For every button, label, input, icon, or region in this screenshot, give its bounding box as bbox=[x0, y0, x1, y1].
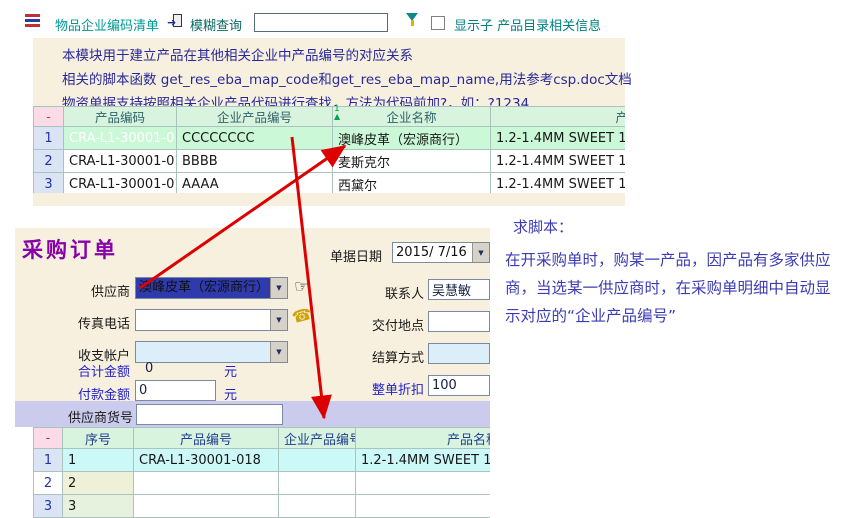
doc-date-label: 单据日期 bbox=[330, 246, 382, 265]
header-dash[interactable]: - bbox=[34, 428, 63, 449]
chevron-down-icon[interactable]: ▼ bbox=[270, 342, 287, 362]
account-select[interactable]: ▼ bbox=[135, 341, 288, 363]
description-line-1: 本模块用于建立产品在其他相关企业中产品编号的对应关系 bbox=[62, 44, 413, 64]
header-product-code[interactable]: 产品编码 bbox=[64, 107, 177, 127]
product-name-cell[interactable]: 1.2-1.4MM SWEET 16 N bbox=[356, 449, 491, 472]
header-seq[interactable]: 序号 bbox=[63, 428, 134, 449]
payment-amount-input[interactable] bbox=[135, 380, 216, 401]
product-code-cell[interactable]: CRA-L1-30001-018 bbox=[64, 173, 177, 194]
fuzzy-query-button[interactable]: 模糊查询 bbox=[190, 15, 242, 34]
row-number[interactable]: 3 bbox=[34, 173, 64, 194]
sort-asc-icon: ▲ bbox=[334, 112, 340, 121]
supplier-select[interactable]: 澳峰皮革（宏源商行）▼ bbox=[135, 277, 288, 299]
note-title: 求脚本： bbox=[513, 216, 573, 237]
chevron-down-icon[interactable]: ▼ bbox=[270, 278, 287, 298]
header-product-name[interactable]: 产品名称 bbox=[491, 107, 626, 127]
enterprise-code-cell[interactable]: AAAA bbox=[177, 173, 333, 194]
chevron-down-icon[interactable]: ▼ bbox=[270, 310, 287, 330]
doc-date-picker[interactable]: 2015/ 7/16▼ bbox=[392, 242, 490, 263]
header-enterprise-code[interactable]: 企业产品编号 bbox=[279, 428, 356, 449]
row-number[interactable]: 1 bbox=[34, 449, 63, 472]
product-name-cell[interactable] bbox=[356, 495, 491, 518]
product-code-cell[interactable]: CRA-L1-30001-018 bbox=[134, 449, 279, 472]
purchase-order-title: 采购订单 bbox=[22, 234, 118, 264]
supplier-item-label: 供应商货号 bbox=[68, 407, 133, 426]
table-row[interactable]: 2 2 bbox=[34, 472, 491, 495]
enterprise-code-cell[interactable] bbox=[279, 449, 356, 472]
product-name-cell[interactable] bbox=[356, 472, 491, 495]
note-body: 在开采购单时，购某一产品，因产品有多家供应商，当选某一供应商时，在采购单明细中自… bbox=[505, 246, 841, 330]
header-dash[interactable]: - bbox=[34, 107, 64, 127]
row-number[interactable]: 1 bbox=[34, 127, 64, 150]
product-name-cell[interactable]: 1.2-1.4MM SWEET 16 N bbox=[491, 150, 626, 173]
total-amount-label: 合计金额 bbox=[60, 361, 130, 380]
table-row[interactable]: 1 CRA-L1-30001-018 CCCCCCCC 澳峰皮革（宏源商行） 1… bbox=[34, 127, 626, 150]
table-row[interactable]: 3 3 bbox=[34, 495, 491, 518]
header-enterprise-code[interactable]: 企业产品编号 bbox=[177, 107, 333, 127]
contact-label: 联系人 bbox=[330, 283, 424, 302]
window-title: 物品企业编码清单 bbox=[55, 15, 159, 34]
product-code-cell[interactable] bbox=[134, 472, 279, 495]
delivery-label: 交付地点 bbox=[330, 315, 424, 334]
table-row[interactable]: 3 CRA-L1-30001-018 AAAA 西黛尔 1.2-1.4MM SW… bbox=[34, 173, 626, 194]
fax-label: 传真电话 bbox=[60, 313, 130, 332]
row-number[interactable]: 2 bbox=[34, 472, 63, 495]
enterprise-name-cell[interactable]: 澳峰皮革（宏源商行） bbox=[333, 127, 491, 150]
mapping-table: - 产品编码 企业产品编号 企业名称 产品名称 1 CRA-L1-30001-0… bbox=[33, 106, 625, 193]
show-sub-label: 显示子 产品目录相关信息 bbox=[454, 15, 601, 34]
description-line-2: 相关的脚本函数 get_res_eba_map_code和get_res_eba… bbox=[62, 68, 632, 88]
enterprise-name-cell[interactable]: 麦斯克尔 bbox=[333, 150, 491, 173]
product-name-cell[interactable]: 1.2-1.4MM SWEET 16 N bbox=[491, 127, 626, 150]
header-product-code[interactable]: 产品编号 bbox=[134, 428, 279, 449]
table-row[interactable]: 1 1 CRA-L1-30001-018 1.2-1.4MM SWEET 16 … bbox=[34, 449, 491, 472]
seq-cell[interactable]: 3 bbox=[63, 495, 134, 518]
enterprise-code-cell[interactable] bbox=[279, 472, 356, 495]
total-unit: 元 bbox=[224, 361, 237, 380]
discount-label: 整单折扣 bbox=[330, 379, 424, 398]
sort-indicator: 1 ▲ bbox=[334, 105, 340, 121]
filter-icon[interactable] bbox=[406, 13, 419, 28]
detail-table: - 序号 产品编号 企业产品编号 产品名称 1 1 CRA-L1-30001-0… bbox=[33, 427, 490, 518]
product-name-cell[interactable]: 1.2-1.4MM SWEET 16 N bbox=[491, 173, 626, 194]
table-row[interactable]: 2 CRA-L1-30001-018 BBBB 麦斯克尔 1.2-1.4MM S… bbox=[34, 150, 626, 173]
discount-input[interactable] bbox=[428, 375, 490, 396]
delivery-input[interactable] bbox=[428, 311, 490, 332]
header-product-name[interactable]: 产品名称 bbox=[356, 428, 491, 449]
chevron-down-icon[interactable]: ▼ bbox=[472, 243, 489, 262]
mapping-header-row: - 产品编码 企业产品编号 企业名称 产品名称 bbox=[34, 107, 626, 127]
detail-header-row: - 序号 产品编号 企业产品编号 产品名称 bbox=[34, 428, 491, 449]
settlement-label: 结算方式 bbox=[330, 347, 424, 366]
contact-input[interactable] bbox=[428, 279, 490, 300]
fax-select[interactable]: ▼ bbox=[135, 309, 288, 331]
row-number[interactable]: 2 bbox=[34, 150, 64, 173]
header-enterprise-name[interactable]: 企业名称 bbox=[333, 107, 491, 127]
total-amount-value: 0 bbox=[145, 361, 153, 376]
supplier-item-input[interactable] bbox=[136, 404, 283, 425]
enterprise-code-cell[interactable]: BBBB bbox=[177, 150, 333, 173]
fuzzy-search-input[interactable] bbox=[254, 13, 388, 32]
enterprise-code-cell[interactable] bbox=[279, 495, 356, 518]
seq-cell[interactable]: 1 bbox=[63, 449, 134, 472]
query-icon[interactable]: ➜ bbox=[167, 14, 181, 27]
row-number[interactable]: 3 bbox=[34, 495, 63, 518]
show-sub-checkbox[interactable] bbox=[431, 16, 445, 30]
enterprise-name-cell[interactable]: 西黛尔 bbox=[333, 173, 491, 194]
pointing-hand-icon[interactable]: ☞ bbox=[294, 279, 309, 296]
enterprise-code-cell[interactable]: CCCCCCCC bbox=[177, 127, 333, 150]
product-code-cell[interactable]: CRA-L1-30001-018 bbox=[64, 127, 177, 150]
supplier-label: 供应商 bbox=[60, 281, 130, 300]
settlement-input[interactable] bbox=[428, 343, 490, 364]
product-code-cell[interactable]: CRA-L1-30001-018 bbox=[64, 150, 177, 173]
seq-cell[interactable]: 2 bbox=[63, 472, 134, 495]
module-icon[interactable] bbox=[25, 14, 40, 27]
product-code-cell[interactable] bbox=[134, 495, 279, 518]
